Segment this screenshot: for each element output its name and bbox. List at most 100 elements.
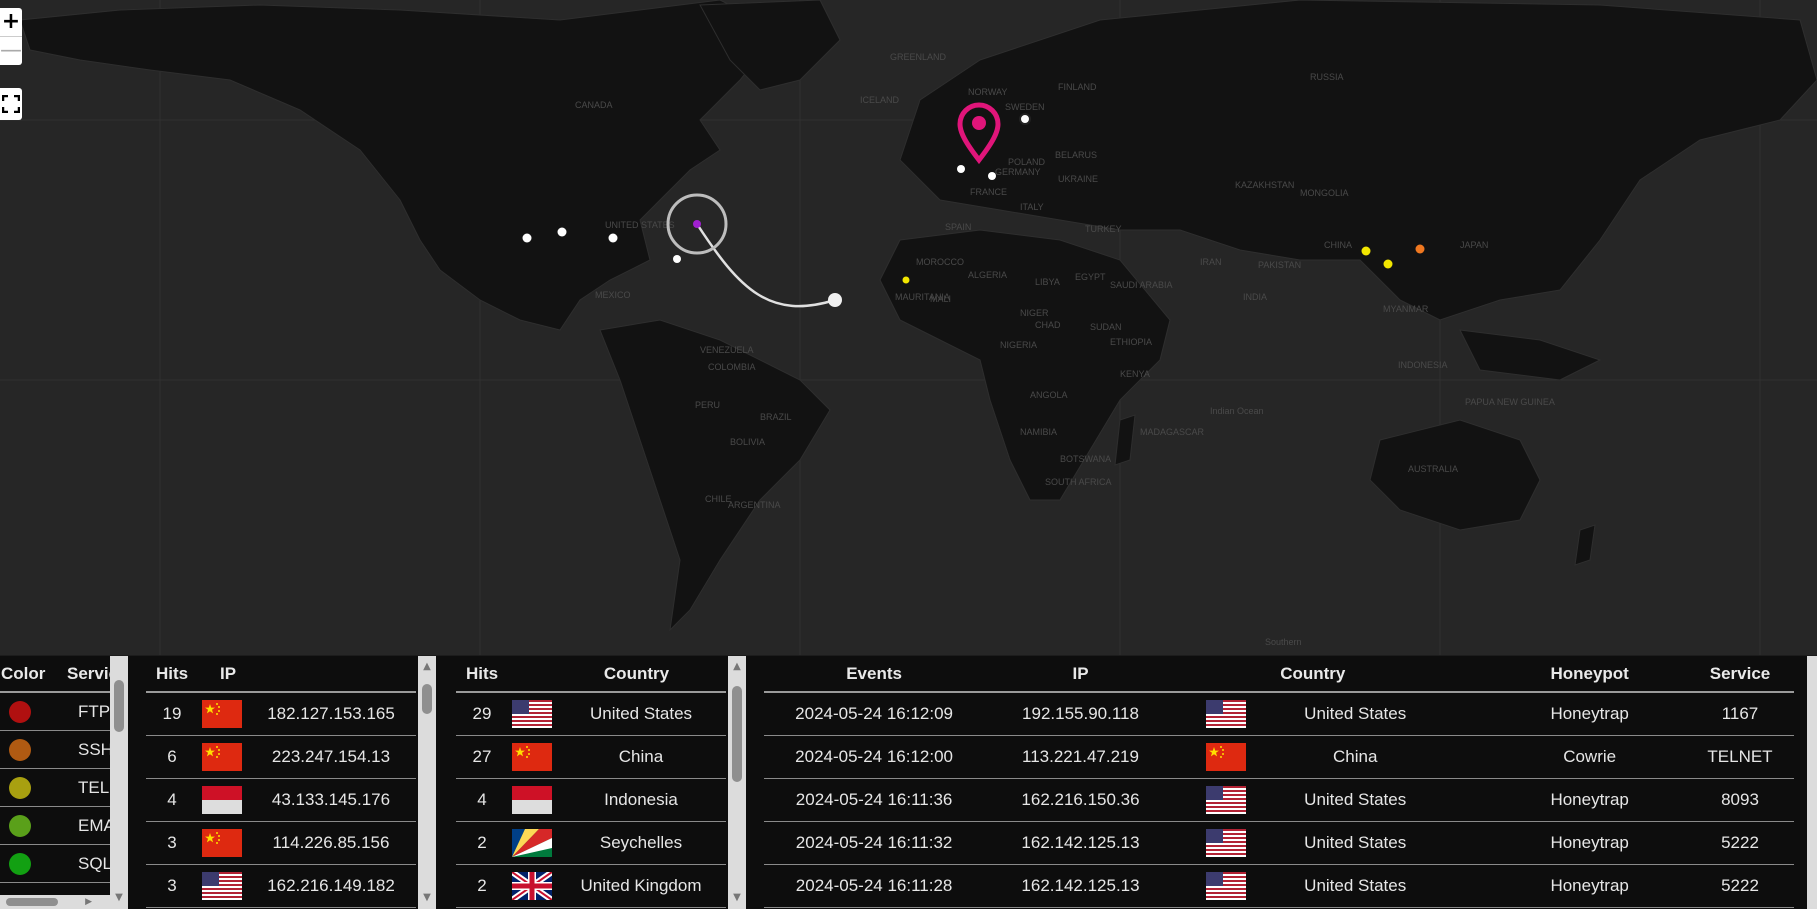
attack-map[interactable]: RUSSIA CANADA UNITED STATES MEXICO BRAZIL PER… <box>0 0 1817 655</box>
scroll-down-icon[interactable]: ▼ <box>418 891 436 905</box>
hscroll-thumb[interactable] <box>6 898 58 906</box>
flag-us-icon <box>1205 700 1246 728</box>
map-label: PERU <box>695 400 720 410</box>
marker-yellow[interactable] <box>902 276 910 284</box>
ip-value[interactable]: 162.216.149.182 <box>246 864 416 908</box>
zoom-out-button[interactable]: — <box>0 36 22 65</box>
event-row[interactable]: 2024-05-24 16:11:32 162.142.125.13 Unite… <box>764 821 1794 865</box>
event-ip[interactable]: 162.216.150.36 <box>984 778 1177 822</box>
map-label: CHINA <box>1324 240 1352 250</box>
ip-value[interactable]: 114.226.85.156 <box>246 821 416 865</box>
top-countries-table: Hits Country 29 United States 27 China 4 I… <box>456 656 726 908</box>
flag-id-icon <box>512 786 552 814</box>
ip-value[interactable]: 223.247.154.13 <box>246 735 416 779</box>
zoom-in-button[interactable]: + <box>0 8 22 36</box>
ip-row[interactable]: 19 182.127.153.165 <box>146 692 416 736</box>
scroll-thumb[interactable] <box>114 680 124 732</box>
countries-vertical-scrollbar[interactable]: ▲ ▼ <box>728 656 746 909</box>
country-row[interactable]: 27 China <box>456 735 726 779</box>
service-legend-panel[interactable]: Color Service FTP SSH TELNET EMAIL SQL ▼… <box>0 656 128 909</box>
country-row[interactable]: 2 United Kingdom <box>456 864 726 908</box>
top-countries-panel[interactable]: Hits Country 29 United States 27 China 4 I… <box>436 656 746 909</box>
ip-value[interactable]: 43.133.145.176 <box>246 778 416 822</box>
fullscreen-button[interactable] <box>0 88 22 120</box>
events-vertical-scrollbar[interactable] <box>1807 656 1817 909</box>
marker-orange[interactable] <box>1415 244 1425 254</box>
country-row[interactable]: 4 Indonesia <box>456 778 726 822</box>
scroll-up-icon[interactable]: ▲ <box>418 660 436 674</box>
event-row[interactable]: 2024-05-24 16:11:28 162.142.125.13 Unite… <box>764 864 1794 908</box>
top-ips-table: Hits IP 19 182.127.153.165 6 223.247.154.… <box>146 656 416 908</box>
country-value[interactable]: United States <box>556 692 726 736</box>
event-ip[interactable]: 162.142.125.13 <box>984 864 1177 908</box>
country-value[interactable]: China <box>556 735 726 779</box>
ip-header[interactable]: IP <box>984 656 1177 693</box>
map-label: AUSTRALIA <box>1408 464 1458 474</box>
scroll-up-icon[interactable]: ▲ <box>728 660 746 674</box>
map-label: ANGOLA <box>1030 390 1068 400</box>
event-row[interactable]: 2024-05-24 16:11:36 162.216.150.36 Unite… <box>764 778 1794 822</box>
event-service: 5222 <box>1685 864 1794 908</box>
ips-vertical-scrollbar[interactable]: ▲ ▼ <box>418 656 436 909</box>
event-ip[interactable]: 113.221.47.219 <box>984 735 1177 779</box>
map-label: MAURITANIA <box>895 292 950 302</box>
legend-horizontal-scrollbar[interactable]: ▶ <box>0 895 110 909</box>
ip-value[interactable]: 182.127.153.165 <box>246 692 416 736</box>
map-label: SPAIN <box>945 222 971 232</box>
scroll-right-icon[interactable]: ▶ <box>85 895 92 909</box>
marker-white[interactable] <box>608 233 618 243</box>
event-ip[interactable]: 192.155.90.118 <box>984 692 1177 736</box>
zoom-control: + — <box>0 8 22 65</box>
scroll-down-icon[interactable]: ▼ <box>728 891 746 905</box>
ip-row[interactable]: 3 114.226.85.156 <box>146 821 416 865</box>
country-value[interactable]: United Kingdom <box>556 864 726 908</box>
hits-header[interactable]: Hits <box>456 656 508 693</box>
color-header[interactable]: Color <box>0 656 50 693</box>
attack-arc <box>695 223 836 308</box>
service-color-swatch <box>9 852 31 875</box>
marker-white[interactable] <box>988 172 996 180</box>
marker-yellow[interactable] <box>1383 259 1393 269</box>
map-label: GREENLAND <box>890 52 947 62</box>
country-row[interactable]: 2 Seychelles <box>456 821 726 865</box>
flag-id-icon <box>202 786 242 814</box>
legend-row: EMAIL <box>0 806 128 845</box>
country-header[interactable]: Country <box>508 656 726 693</box>
world-map[interactable]: RUSSIA CANADA UNITED STATES MEXICO BRAZIL PER… <box>0 0 1817 655</box>
event-service: 8093 <box>1685 778 1794 822</box>
ip-row[interactable]: 6 223.247.154.13 <box>146 735 416 779</box>
country-header[interactable]: Country <box>1274 656 1494 693</box>
country-row[interactable]: 29 United States <box>456 692 726 736</box>
madagascar <box>1114 414 1136 466</box>
events-header[interactable]: Events <box>764 656 985 693</box>
marker-yellow[interactable] <box>1361 246 1371 256</box>
events-panel[interactable]: Events IP Country Honeypot Service 2024-… <box>746 656 1817 909</box>
marker-white[interactable] <box>673 255 681 263</box>
service-header[interactable]: Service <box>1685 656 1794 693</box>
scroll-down-icon[interactable]: ▼ <box>110 891 128 905</box>
scroll-thumb[interactable] <box>422 684 432 714</box>
marker-white[interactable] <box>522 233 532 243</box>
scroll-thumb[interactable] <box>732 686 742 782</box>
hits-value: 19 <box>146 692 198 736</box>
country-value[interactable]: Seychelles <box>556 821 726 865</box>
marker-white-ring[interactable] <box>1019 113 1031 125</box>
event-ip[interactable]: 162.142.125.13 <box>984 821 1177 865</box>
event-row[interactable]: 2024-05-24 16:12:00 113.221.47.219 China… <box>764 735 1794 779</box>
flag-us-icon <box>1205 872 1246 900</box>
map-label: NIGERIA <box>1000 340 1037 350</box>
flag-us-icon <box>202 872 242 900</box>
map-label: KENYA <box>1120 369 1150 379</box>
hits-header[interactable]: Hits <box>146 656 198 693</box>
ip-row[interactable]: 3 162.216.149.182 <box>146 864 416 908</box>
ip-header[interactable]: IP <box>198 656 416 693</box>
marker-white[interactable] <box>957 165 965 173</box>
map-label: ITALY <box>1020 202 1044 212</box>
legend-vertical-scrollbar[interactable]: ▼ <box>110 656 128 909</box>
honeypot-header[interactable]: Honeypot <box>1493 656 1686 693</box>
country-value[interactable]: Indonesia <box>556 778 726 822</box>
event-row[interactable]: 2024-05-24 16:12:09 192.155.90.118 Unite… <box>764 692 1794 736</box>
marker-white[interactable] <box>557 227 567 237</box>
top-ips-panel[interactable]: Hits IP 19 182.127.153.165 6 223.247.154.… <box>128 656 436 909</box>
ip-row[interactable]: 4 43.133.145.176 <box>146 778 416 822</box>
